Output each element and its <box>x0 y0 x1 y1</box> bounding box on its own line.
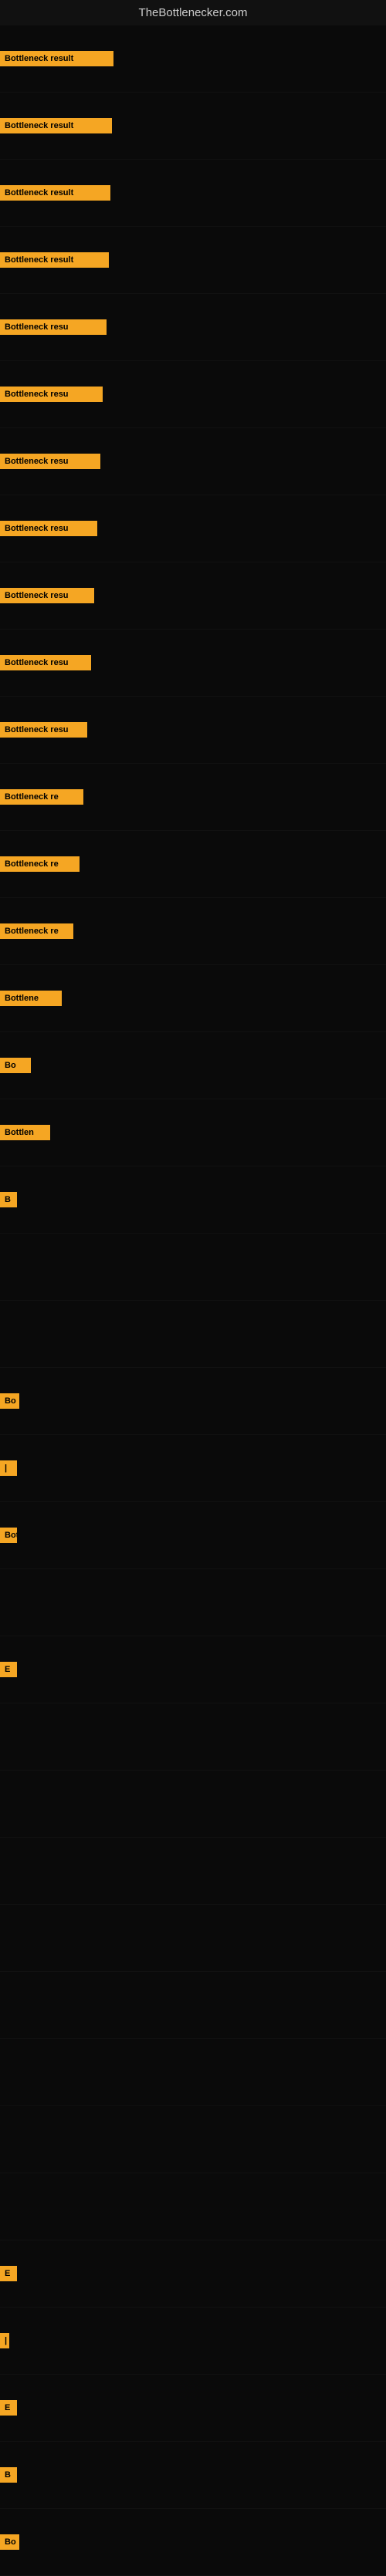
list-item <box>0 2173 386 2240</box>
bottleneck-badge[interactable]: Bottleneck re <box>0 856 80 872</box>
list-item <box>0 1703 386 1771</box>
bottleneck-badge[interactable]: Bottleneck resu <box>0 588 94 603</box>
bottleneck-badge[interactable]: Bott <box>0 1528 17 1543</box>
list-item <box>0 2106 386 2173</box>
bottleneck-badge[interactable]: Bo <box>0 1393 19 1409</box>
site-title: TheBottlenecker.com <box>139 6 248 19</box>
list-item: Bottleneck re <box>0 831 386 898</box>
list-item <box>0 1771 386 1838</box>
list-item <box>0 1301 386 1368</box>
list-item: E <box>0 2375 386 2442</box>
items-container: Bottleneck result Bottleneck result Bottle… <box>0 25 386 2576</box>
list-item: Bo <box>0 1368 386 1435</box>
list-item: | <box>0 2308 386 2375</box>
bottleneck-badge[interactable]: Bottleneck result <box>0 252 109 268</box>
list-item <box>0 1569 386 1636</box>
list-item: Bottleneck resu <box>0 361 386 428</box>
bottleneck-badge[interactable]: Bottleneck resu <box>0 655 91 670</box>
bottleneck-badge[interactable]: E <box>0 1662 17 1677</box>
list-item: E <box>0 1636 386 1703</box>
bottleneck-badge[interactable]: Bottleneck re <box>0 923 73 939</box>
list-item: Bo <box>0 1032 386 1099</box>
list-item: Bottleneck re <box>0 764 386 831</box>
bottleneck-badge[interactable]: Bottleneck resu <box>0 722 87 738</box>
list-item: B <box>0 1166 386 1234</box>
list-item: Bottleneck resu <box>0 428 386 495</box>
list-item: | <box>0 1435 386 1502</box>
list-item <box>0 1905 386 1972</box>
bottleneck-badge[interactable]: Bo <box>0 2534 19 2550</box>
list-item: Bottleneck resu <box>0 562 386 630</box>
bottleneck-badge[interactable]: Bottleneck result <box>0 51 113 66</box>
list-item: Bottleneck result <box>0 160 386 227</box>
list-item <box>0 2039 386 2106</box>
list-item: Bottleneck result <box>0 227 386 294</box>
bottleneck-badge[interactable]: E <box>0 2266 17 2281</box>
list-item: Bottleneck resu <box>0 697 386 764</box>
bottleneck-badge[interactable]: Bottleneck resu <box>0 319 107 335</box>
bottleneck-badge[interactable]: Bottleneck result <box>0 118 112 133</box>
list-item <box>0 1234 386 1301</box>
bottleneck-badge[interactable]: Bottleneck re <box>0 789 83 805</box>
bottleneck-badge[interactable]: Bottleneck resu <box>0 521 97 536</box>
bottleneck-badge[interactable]: Bottleneck resu <box>0 454 100 469</box>
list-item: Bott <box>0 1502 386 1569</box>
list-item: E <box>0 2240 386 2308</box>
list-item: Bottleneck resu <box>0 294 386 361</box>
bottleneck-badge[interactable]: B <box>0 1192 17 1207</box>
list-item: Bottleneck result <box>0 93 386 160</box>
bottleneck-badge[interactable]: Bottlen <box>0 1125 50 1140</box>
bottleneck-badge[interactable]: Bottleneck result <box>0 185 110 201</box>
bottleneck-badge[interactable]: B <box>0 2467 17 2483</box>
bottleneck-badge[interactable]: Bo <box>0 1058 31 1073</box>
list-item: Bottleneck resu <box>0 495 386 562</box>
list-item <box>0 1972 386 2039</box>
list-item: Bottleneck result <box>0 25 386 93</box>
list-item <box>0 1838 386 1905</box>
bottleneck-badge[interactable]: | <box>0 1460 17 1476</box>
bottleneck-badge[interactable]: | <box>0 2333 9 2348</box>
list-item: Bottleneck resu <box>0 630 386 697</box>
bottleneck-badge[interactable]: E <box>0 2400 17 2416</box>
list-item: B <box>0 2442 386 2509</box>
list-item: Bottleneck re <box>0 898 386 965</box>
page-header: TheBottlenecker.com <box>0 0 386 25</box>
bottleneck-badge[interactable]: Bottleneck resu <box>0 387 103 402</box>
bottleneck-badge[interactable]: Bottlene <box>0 991 62 1006</box>
list-item: Bottlene <box>0 965 386 1032</box>
list-item: Bottlen <box>0 1099 386 1166</box>
list-item: Bo <box>0 2509 386 2576</box>
